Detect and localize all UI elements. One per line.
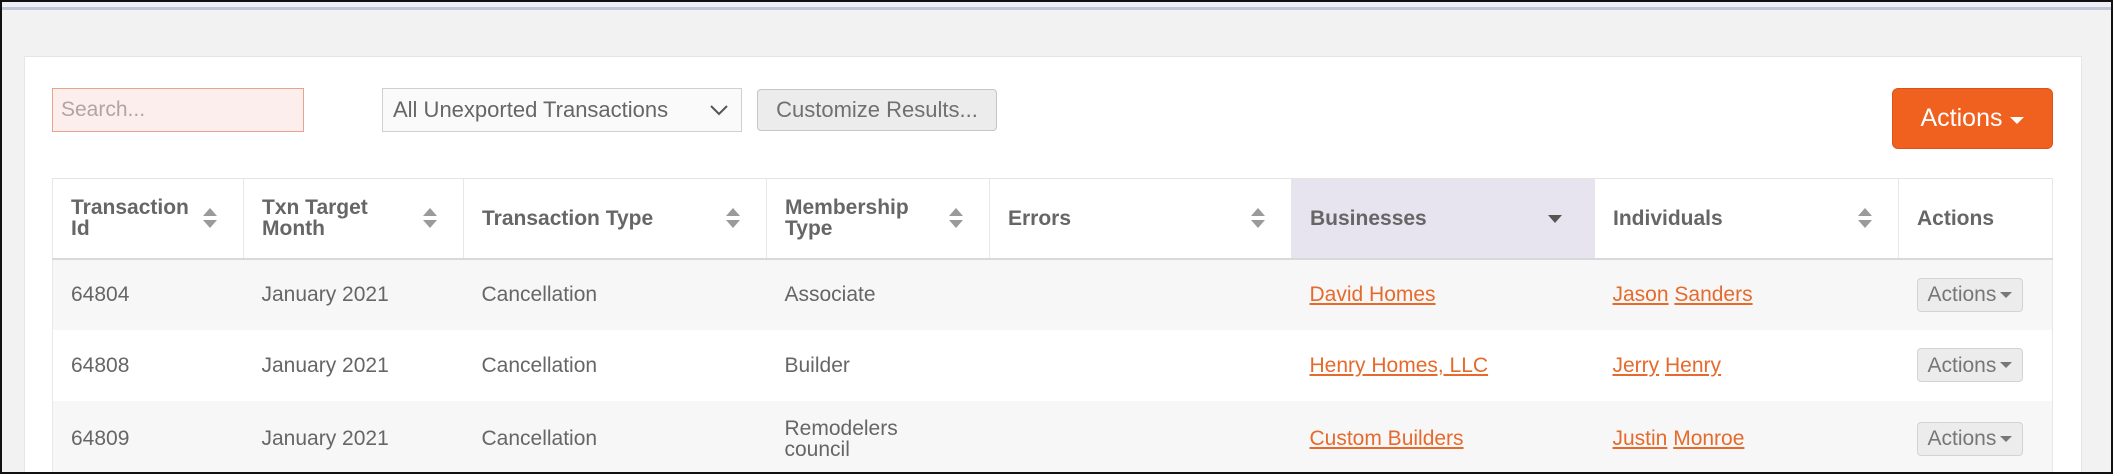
cell-transaction-type: Cancellation bbox=[463, 400, 767, 474]
sort-icon bbox=[949, 208, 963, 230]
table-row: 64809 January 2021 Cancellation Remodele… bbox=[52, 400, 2053, 474]
individual-last-name-link[interactable]: Henry bbox=[1665, 354, 1721, 377]
sort-icon bbox=[1858, 208, 1872, 230]
transaction-filter-value: All Unexported Transactions bbox=[393, 97, 669, 122]
transaction-filter-select[interactable]: All Unexported Transactions bbox=[382, 88, 742, 132]
cell-target-month: January 2021 bbox=[243, 329, 464, 401]
cell-individual: Justin Monroe bbox=[1594, 400, 1899, 474]
transactions-table: Transaction Id Txn Target Month Transact… bbox=[52, 178, 2053, 474]
individual-last-name-link[interactable]: Sanders bbox=[1674, 283, 1752, 306]
cell-errors bbox=[989, 400, 1292, 474]
cell-transaction-type: Cancellation bbox=[463, 329, 767, 401]
cell-target-month: January 2021 bbox=[243, 400, 464, 474]
individual-first-name-link[interactable]: Jerry bbox=[1613, 354, 1660, 377]
caret-down-icon bbox=[2000, 435, 2013, 442]
column-header-transaction-id[interactable]: Transaction Id bbox=[52, 178, 244, 260]
row-actions-label: Actions bbox=[1927, 283, 1997, 306]
caret-down-icon bbox=[2010, 116, 2025, 124]
column-header-label: Actions bbox=[1917, 206, 1995, 230]
business-link[interactable]: Henry Homes, LLC bbox=[1310, 354, 1489, 377]
caret-down-icon bbox=[2000, 362, 2013, 368]
sort-descending-icon bbox=[1548, 215, 1562, 223]
business-link[interactable]: David Homes bbox=[1310, 283, 1436, 306]
column-header-label: Businesses bbox=[1310, 206, 1427, 230]
sort-icon bbox=[203, 208, 217, 230]
cell-transaction-id: 64804 bbox=[52, 258, 244, 330]
column-header-label: Txn Target Month bbox=[262, 196, 368, 241]
cell-business: David Homes bbox=[1291, 258, 1595, 330]
cell-business: Henry Homes, LLC bbox=[1291, 329, 1595, 401]
cell-membership-type: Remodelers council bbox=[766, 400, 990, 474]
column-header-transaction-type[interactable]: Transaction Type bbox=[463, 178, 767, 260]
cell-individual: Jerry Henry bbox=[1594, 329, 1899, 401]
column-header-txn-target-month[interactable]: Txn Target Month bbox=[243, 178, 464, 260]
column-header-label: Membership Type bbox=[785, 196, 909, 241]
chevron-down-icon bbox=[710, 105, 728, 116]
table-row: 64808 January 2021 Cancellation Builder … bbox=[52, 329, 2053, 401]
bulk-actions-label: Actions bbox=[1920, 104, 2003, 132]
cell-transaction-id: 64808 bbox=[52, 329, 244, 401]
individual-last-name-link[interactable]: Monroe bbox=[1673, 427, 1744, 450]
sort-icon bbox=[726, 208, 740, 230]
top-bar bbox=[2, 2, 2111, 10]
cell-membership-type: Builder bbox=[766, 329, 990, 401]
bulk-actions-button[interactable]: Actions bbox=[1892, 88, 2053, 149]
table-row: 64804 January 2021 Cancellation Associat… bbox=[52, 258, 2053, 330]
sort-icon bbox=[1251, 208, 1265, 230]
business-link[interactable]: Custom Builders bbox=[1310, 427, 1464, 450]
column-header-businesses[interactable]: Businesses bbox=[1291, 178, 1595, 260]
row-actions-label: Actions bbox=[1927, 427, 1997, 450]
membership-type-text: Remodelers council bbox=[784, 416, 898, 461]
column-header-label: Individuals bbox=[1613, 206, 1723, 230]
column-header-label: Transaction Id bbox=[71, 196, 189, 241]
customize-results-label: Customize Results... bbox=[776, 97, 978, 122]
individual-first-name-link[interactable]: Justin bbox=[1613, 427, 1668, 450]
cell-errors bbox=[989, 258, 1292, 330]
cell-errors bbox=[989, 329, 1292, 401]
column-header-errors[interactable]: Errors bbox=[989, 178, 1292, 260]
column-header-individuals[interactable]: Individuals bbox=[1594, 178, 1899, 260]
row-actions-button[interactable]: Actions bbox=[1916, 421, 2024, 456]
row-actions-button[interactable]: Actions bbox=[1916, 277, 2024, 312]
column-header-label: Transaction Type bbox=[482, 206, 654, 230]
search-input[interactable] bbox=[52, 88, 304, 132]
customize-results-button[interactable]: Customize Results... bbox=[757, 89, 997, 131]
cell-transaction-type: Cancellation bbox=[463, 258, 767, 330]
cell-actions: Actions bbox=[1898, 400, 2053, 474]
sort-icon bbox=[423, 208, 437, 230]
cell-membership-type: Associate bbox=[766, 258, 990, 330]
individual-first-name-link[interactable]: Jason bbox=[1613, 283, 1669, 306]
cell-target-month: January 2021 bbox=[243, 258, 464, 330]
cell-actions: Actions bbox=[1898, 258, 2053, 330]
row-actions-button[interactable]: Actions bbox=[1916, 348, 2024, 382]
cell-business: Custom Builders bbox=[1291, 400, 1595, 474]
table-header-row: Transaction Id Txn Target Month Transact… bbox=[52, 178, 2053, 260]
cell-actions: Actions bbox=[1898, 329, 2053, 401]
column-header-actions: Actions bbox=[1898, 178, 2053, 260]
cell-transaction-id: 64809 bbox=[52, 400, 244, 474]
caret-down-icon bbox=[2000, 291, 2013, 298]
column-header-membership-type[interactable]: Membership Type bbox=[766, 178, 990, 260]
row-actions-label: Actions bbox=[1927, 353, 1997, 377]
column-header-label: Errors bbox=[1008, 206, 1072, 230]
cell-individual: Jason Sanders bbox=[1594, 258, 1899, 330]
